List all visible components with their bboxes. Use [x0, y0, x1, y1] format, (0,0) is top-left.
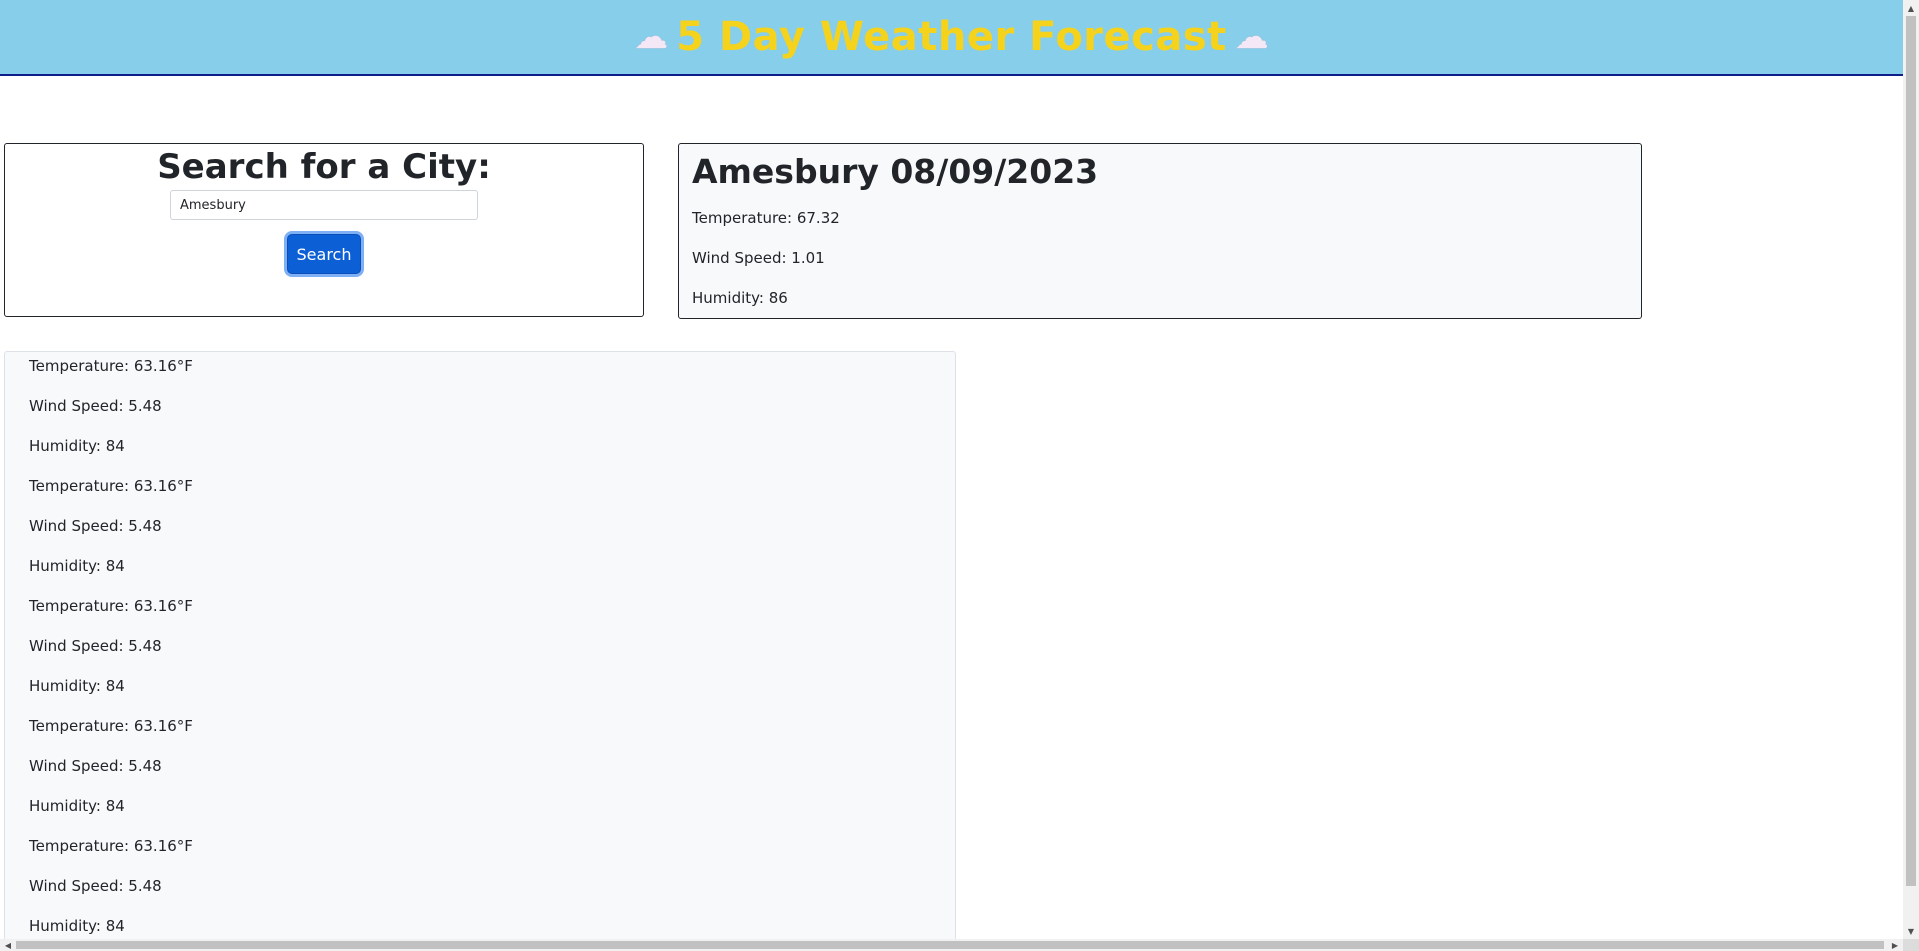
forecast-humidity: Humidity: 84: [29, 917, 125, 935]
forecast-wind-speed: Wind Speed: 5.48: [29, 637, 162, 655]
current-weather-card: Amesbury 08/09/2023 Temperature: 67.32 W…: [678, 143, 1642, 319]
forecast-panel: Temperature: 63.16°F Wind Speed: 5.48 Hu…: [4, 351, 956, 939]
horizontal-scroll-thumb[interactable]: [16, 941, 1884, 949]
forecast-list: Temperature: 63.16°F Wind Speed: 5.48 Hu…: [5, 352, 955, 939]
forecast-wind-speed: Wind Speed: 5.48: [29, 397, 162, 415]
forecast-day: Temperature: 63.16°F Wind Speed: 5.48 Hu…: [29, 586, 955, 706]
title-wrap: ☁ 5 Day Weather Forecast ☁: [634, 14, 1269, 60]
forecast-temperature: Temperature: 63.16°F: [29, 357, 193, 375]
search-button[interactable]: Search: [287, 234, 361, 274]
page-title: 5 Day Weather Forecast: [676, 14, 1227, 60]
scrollbar-corner: [1903, 939, 1919, 951]
forecast-day: Temperature: 63.16°F Wind Speed: 5.48 Hu…: [29, 352, 955, 466]
horizontal-scrollbar[interactable]: ◀ ▶: [0, 939, 1903, 951]
current-temperature: Temperature: 67.32: [692, 209, 840, 227]
forecast-humidity: Humidity: 84: [29, 437, 125, 455]
forecast-wind-speed: Wind Speed: 5.48: [29, 757, 162, 775]
vertical-scroll-thumb[interactable]: [1906, 16, 1916, 886]
forecast-wind-speed: Wind Speed: 5.48: [29, 517, 162, 535]
search-heading: Search for a City:: [157, 147, 491, 187]
forecast-temperature: Temperature: 63.16°F: [29, 597, 193, 615]
forecast-temperature: Temperature: 63.16°F: [29, 477, 193, 495]
search-card: Search for a City: Search: [4, 143, 644, 317]
forecast-temperature: Temperature: 63.16°F: [29, 837, 193, 855]
cloud-icon: ☁: [1234, 17, 1269, 57]
scroll-left-icon[interactable]: ◀: [0, 939, 16, 951]
forecast-humidity: Humidity: 84: [29, 797, 125, 815]
current-humidity: Humidity: 86: [692, 289, 788, 307]
cloud-icon: ☁: [634, 17, 669, 57]
forecast-day: Temperature: 63.16°F Wind Speed: 5.48 Hu…: [29, 466, 955, 586]
city-search-input[interactable]: [170, 190, 478, 220]
site-header: ☁ 5 Day Weather Forecast ☁: [0, 0, 1903, 76]
scroll-up-icon[interactable]: ▲: [1903, 0, 1919, 16]
scroll-down-icon[interactable]: ▼: [1903, 923, 1919, 939]
scroll-right-icon[interactable]: ▶: [1887, 939, 1903, 951]
current-wind-speed: Wind Speed: 1.01: [692, 249, 825, 267]
forecast-day: Temperature: 63.16°F Wind Speed: 5.48 Hu…: [29, 826, 955, 939]
current-weather-heading: Amesbury 08/09/2023: [692, 152, 1099, 191]
forecast-humidity: Humidity: 84: [29, 557, 125, 575]
forecast-temperature: Temperature: 63.16°F: [29, 717, 193, 735]
forecast-wind-speed: Wind Speed: 5.48: [29, 877, 162, 895]
forecast-day: Temperature: 63.16°F Wind Speed: 5.48 Hu…: [29, 706, 955, 826]
page: ☁ 5 Day Weather Forecast ☁ Search for a …: [0, 0, 1903, 939]
forecast-humidity: Humidity: 84: [29, 677, 125, 695]
vertical-scrollbar[interactable]: ▲ ▼: [1903, 0, 1919, 939]
